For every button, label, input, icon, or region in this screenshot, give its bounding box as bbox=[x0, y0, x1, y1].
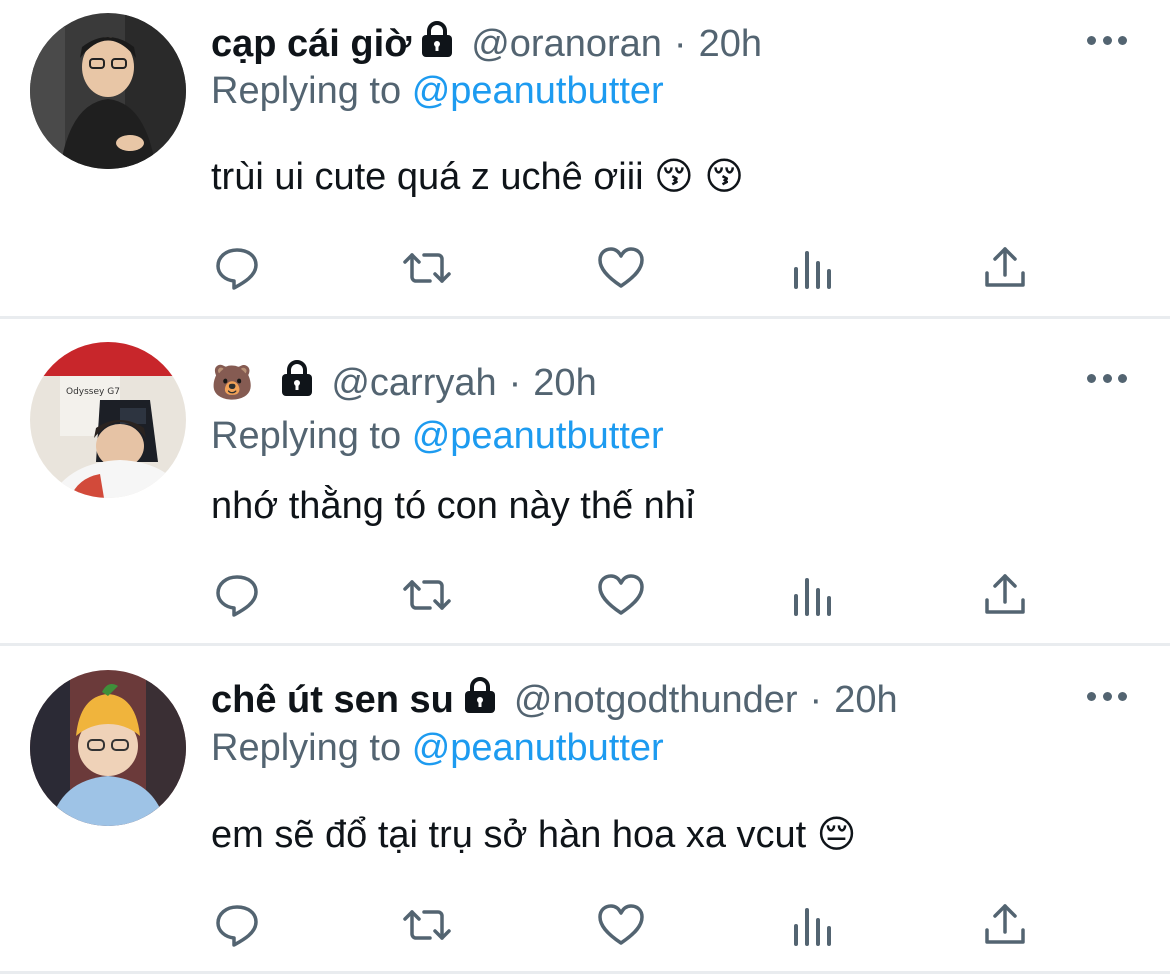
analytics-icon[interactable] bbox=[788, 900, 838, 950]
replying-label: Replying to bbox=[211, 70, 402, 112]
lock-icon bbox=[417, 21, 457, 67]
separator: · bbox=[508, 361, 522, 404]
tweet-header: chê út sen su @notgodthunder · 20h bbox=[211, 674, 898, 726]
tweet-actions bbox=[0, 570, 1170, 620]
display-name[interactable]: 🐻 bbox=[211, 363, 253, 403]
tweet-actions bbox=[0, 243, 1170, 293]
analytics-icon[interactable] bbox=[788, 243, 838, 293]
replying-handle-link[interactable]: @peanutbutter bbox=[412, 727, 664, 769]
tweet-actions bbox=[0, 900, 1170, 950]
retweet-icon[interactable] bbox=[402, 570, 452, 620]
tweet-header: 🐻 @carryah · 20h bbox=[211, 357, 597, 409]
more-options-icon[interactable] bbox=[1087, 34, 1127, 46]
share-icon[interactable] bbox=[980, 243, 1030, 293]
separator: · bbox=[673, 22, 687, 65]
avatar[interactable] bbox=[30, 670, 186, 826]
retweet-icon[interactable] bbox=[402, 243, 452, 293]
user-handle[interactable]: @oranoran bbox=[471, 23, 662, 66]
tweet-header: cạp cái giờ @oranoran · 20h bbox=[211, 18, 762, 70]
like-icon[interactable] bbox=[596, 900, 646, 950]
replying-label: Replying to bbox=[211, 415, 402, 457]
retweet-icon[interactable] bbox=[402, 900, 452, 950]
display-name[interactable]: chê út sen su bbox=[211, 679, 454, 722]
share-icon[interactable] bbox=[980, 570, 1030, 620]
tweet[interactable]: Odyssey G7 🐻 @carryah · 20h Replying to … bbox=[0, 319, 1170, 643]
replying-label: Replying to bbox=[211, 727, 402, 769]
more-options-icon[interactable] bbox=[1087, 372, 1127, 384]
like-icon[interactable] bbox=[596, 243, 646, 293]
separator: · bbox=[809, 678, 823, 721]
more-options-icon[interactable] bbox=[1087, 690, 1127, 702]
timestamp[interactable]: 20h bbox=[533, 362, 596, 405]
tweet-text: em sẽ đổ tại trụ sở hàn hoa xa vcut 😔 bbox=[211, 814, 857, 856]
like-icon[interactable] bbox=[596, 570, 646, 620]
timestamp[interactable]: 20h bbox=[834, 679, 897, 722]
reply-icon[interactable] bbox=[212, 570, 262, 620]
reply-icon[interactable] bbox=[212, 900, 262, 950]
replying-handle-link[interactable]: @peanutbutter bbox=[412, 415, 664, 457]
reply-icon[interactable] bbox=[212, 243, 262, 293]
tweet[interactable]: cạp cái giờ @oranoran · 20h Replying to … bbox=[0, 0, 1170, 316]
share-icon[interactable] bbox=[980, 900, 1030, 950]
lock-icon bbox=[277, 360, 317, 406]
replying-to: Replying to @peanutbutter bbox=[211, 415, 664, 458]
lock-icon bbox=[460, 677, 500, 723]
avatar[interactable] bbox=[30, 13, 186, 169]
user-handle[interactable]: @carryah bbox=[331, 362, 496, 405]
display-name[interactable]: cạp cái giờ bbox=[211, 23, 411, 66]
svg-text:Odyssey G7: Odyssey G7 bbox=[66, 387, 120, 397]
tweet[interactable]: chê út sen su @notgodthunder · 20h Reply… bbox=[0, 646, 1170, 971]
timestamp[interactable]: 20h bbox=[699, 23, 762, 66]
tweet-text: nhớ thằng tó con này thế nhỉ bbox=[211, 485, 695, 527]
avatar[interactable]: Odyssey G7 bbox=[30, 342, 186, 498]
user-handle[interactable]: @notgodthunder bbox=[514, 679, 798, 722]
replying-handle-link[interactable]: @peanutbutter bbox=[412, 70, 664, 112]
analytics-icon[interactable] bbox=[788, 570, 838, 620]
replying-to: Replying to @peanutbutter bbox=[211, 70, 664, 113]
tweet-text: trùi ui cute quá z uchê ơiii 😚 😚 bbox=[211, 156, 744, 198]
replying-to: Replying to @peanutbutter bbox=[211, 727, 664, 770]
